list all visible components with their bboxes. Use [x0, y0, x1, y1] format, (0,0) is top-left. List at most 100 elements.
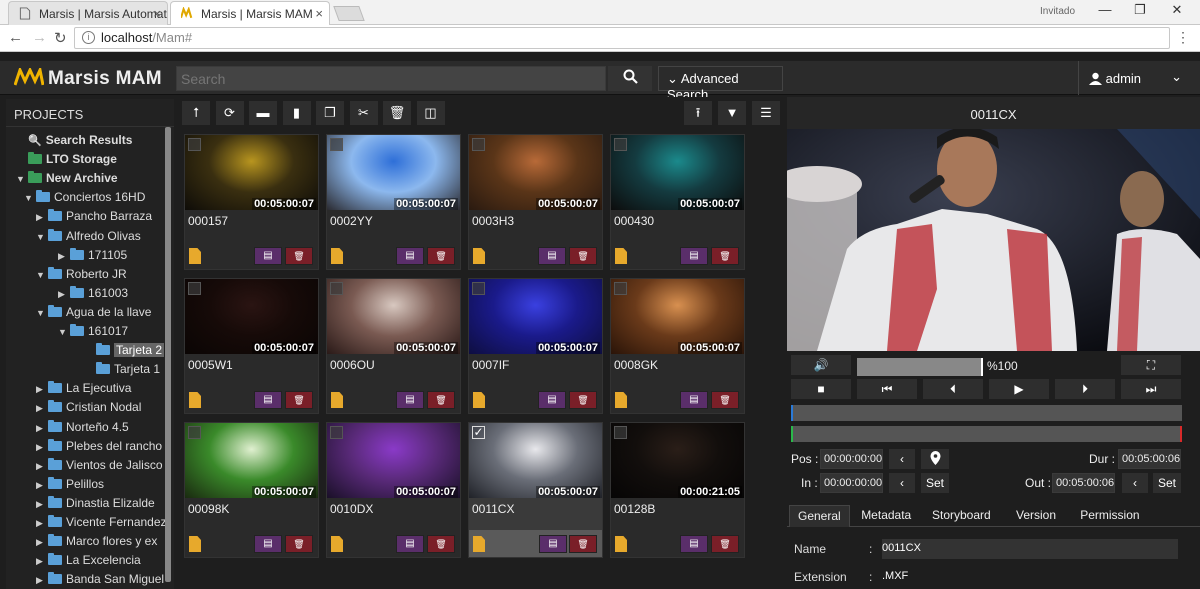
- tab-storyboard[interactable]: Storyboard: [932, 508, 991, 522]
- app-logo[interactable]: Marsis MAM: [13, 65, 162, 90]
- clip-delete-button[interactable]: 🗑: [711, 535, 739, 553]
- tab-version[interactable]: Version: [1016, 508, 1056, 522]
- clip-delete-button[interactable]: 🗑: [711, 247, 739, 265]
- tree-item[interactable]: ▶ La Ejecutiva: [36, 379, 131, 398]
- search-input[interactable]: [176, 66, 606, 91]
- clip-delete-button[interactable]: 🗑: [427, 535, 455, 553]
- fullscreen-button[interactable]: ⛶: [1121, 355, 1181, 375]
- tree-item[interactable]: ▶ 161003: [58, 284, 128, 303]
- clip-delete-button[interactable]: 🗑: [285, 535, 313, 553]
- clip-delete-button[interactable]: 🗑: [427, 391, 455, 409]
- select-checkbox[interactable]: ✓: [472, 426, 485, 439]
- sidebar-scrollbar[interactable]: [165, 127, 171, 582]
- clip-thumbnail[interactable]: 00:00:21:05: [611, 423, 744, 498]
- chevron-right-icon[interactable]: ▶: [36, 533, 48, 552]
- clip-card[interactable]: 00:05:00:07 000430 ▤ 🗑: [610, 134, 745, 270]
- video-file-icon[interactable]: [473, 248, 485, 264]
- video-file-icon[interactable]: [189, 536, 201, 552]
- clip-delete-button[interactable]: 🗑: [569, 535, 597, 553]
- tab-metadata[interactable]: Metadata: [861, 508, 911, 522]
- tree-item[interactable]: ▶ 171105: [58, 246, 127, 265]
- set-in-button[interactable]: Set: [921, 473, 949, 493]
- tree-item[interactable]: ▶ Banda San Miguel: [36, 570, 164, 589]
- clip-thumbnail[interactable]: 00:05:00:07: [327, 279, 460, 354]
- browser-tab-mam[interactable]: Marsis | Marsis MAM ×: [170, 1, 330, 25]
- clip-card[interactable]: 00:05:00:07 0008GK ▤ 🗑: [610, 278, 745, 414]
- tree-item[interactable]: ▶ Cristian Nodal: [36, 398, 141, 417]
- select-checkbox[interactable]: [188, 138, 201, 151]
- volume-slider[interactable]: [857, 358, 983, 376]
- video-preview[interactable]: [787, 129, 1200, 351]
- clip-info-button[interactable]: ▤: [539, 535, 567, 553]
- timeline-bar[interactable]: [791, 405, 1182, 421]
- tree-item[interactable]: ▶ Plebes del rancho: [36, 437, 162, 456]
- tree-item[interactable]: ▶ Dinastia Elizalde: [36, 494, 155, 513]
- tree-item[interactable]: Tarjeta 1: [84, 360, 160, 379]
- tree-item[interactable]: ▶ Pancho Barraza: [36, 207, 152, 226]
- clip-thumbnail[interactable]: 00:05:00:07: [327, 135, 460, 210]
- chevron-right-icon[interactable]: ▶: [36, 438, 48, 457]
- url-input[interactable]: i localhost/Mam#: [74, 27, 1170, 49]
- tree-item[interactable]: ▼ New Archive: [16, 169, 118, 188]
- stop-button[interactable]: ■: [791, 379, 851, 399]
- upload-button[interactable]: ⭱: [684, 101, 712, 125]
- chevron-down-icon[interactable]: ▼: [58, 323, 70, 342]
- out-timecode[interactable]: 00:05:00:06: [1052, 473, 1115, 493]
- tree-item[interactable]: ▼ Conciertos 16HD: [24, 188, 145, 207]
- clip-thumbnail[interactable]: 00:05:00:07: [327, 423, 460, 498]
- forward-arrow-icon[interactable]: →: [32, 29, 47, 46]
- clip-thumbnail[interactable]: 00:05:00:07: [469, 135, 602, 210]
- tab-permission[interactable]: Permission: [1080, 508, 1139, 522]
- clip-delete-button[interactable]: 🗑: [285, 247, 313, 265]
- chevron-right-icon[interactable]: ▶: [36, 208, 48, 227]
- select-checkbox[interactable]: [188, 282, 201, 295]
- clip-info-button[interactable]: ▤: [680, 247, 708, 265]
- clip-info-button[interactable]: ▤: [396, 247, 424, 265]
- tree-item[interactable]: ▼ Agua de la llave: [36, 303, 151, 322]
- clip-info-button[interactable]: ▤: [680, 391, 708, 409]
- clip-thumbnail[interactable]: 00:05:00:07: [185, 279, 318, 354]
- tree-item[interactable]: 🔍 Search Results: [16, 131, 132, 150]
- maximize-button[interactable]: ❐: [1125, 2, 1155, 18]
- up-arrow-button[interactable]: ⭡: [182, 101, 210, 125]
- clip-delete-button[interactable]: 🗑: [711, 391, 739, 409]
- clip-thumbnail[interactable]: 00:05:00:07: [611, 135, 744, 210]
- set-out-button[interactable]: Set: [1153, 473, 1181, 493]
- chevron-down-icon[interactable]: ▼: [36, 228, 48, 247]
- close-tab-icon[interactable]: ×: [153, 6, 161, 21]
- in-out-bar[interactable]: [791, 426, 1182, 442]
- video-file-icon[interactable]: [615, 536, 627, 552]
- clip-info-button[interactable]: ▤: [538, 247, 566, 265]
- clip-delete-button[interactable]: 🗑: [569, 247, 597, 265]
- select-checkbox[interactable]: [614, 282, 627, 295]
- guest-profile-label[interactable]: Invitado: [1040, 6, 1075, 17]
- clip-info-button[interactable]: ▤: [396, 535, 424, 553]
- tree-item[interactable]: ▶ Vicente Fernandez: [36, 513, 167, 532]
- list-view-button[interactable]: ☰: [752, 101, 780, 125]
- select-checkbox[interactable]: [472, 138, 485, 151]
- chevron-right-icon[interactable]: ▶: [58, 285, 70, 304]
- tree-item[interactable]: ▼ 161017: [58, 322, 128, 341]
- chevron-right-icon[interactable]: ▶: [36, 571, 48, 589]
- chevron-right-icon[interactable]: ▶: [36, 495, 48, 514]
- tree-item[interactable]: ▶ La Excelencia: [36, 551, 141, 570]
- clip-thumbnail[interactable]: 00:05:00:07: [185, 135, 318, 210]
- filter-button[interactable]: ▼: [718, 101, 746, 125]
- chevron-left-icon[interactable]: ‹: [889, 449, 915, 469]
- video-file-icon[interactable]: [615, 392, 627, 408]
- clip-info-button[interactable]: ▤: [680, 535, 708, 553]
- video-file-icon[interactable]: [615, 248, 627, 264]
- select-checkbox[interactable]: [330, 282, 343, 295]
- browser-menu-icon[interactable]: ⋮: [1176, 29, 1190, 46]
- clip-info-button[interactable]: ▤: [538, 391, 566, 409]
- new-tab-button[interactable]: [333, 6, 365, 21]
- select-checkbox[interactable]: [614, 138, 627, 151]
- clip-card[interactable]: 00:05:00:07 0005W1 ▤ 🗑: [184, 278, 319, 414]
- info-icon[interactable]: i: [82, 31, 95, 44]
- user-menu[interactable]: admin ⌄: [1078, 61, 1188, 95]
- tree-item[interactable]: ▼ Alfredo Olivas: [36, 227, 141, 246]
- clip-card[interactable]: 00:00:21:05 00128B ▤ 🗑: [610, 422, 745, 558]
- clip-delete-button[interactable]: 🗑: [569, 391, 597, 409]
- chevron-down-icon[interactable]: ▼: [36, 266, 48, 285]
- select-checkbox[interactable]: [330, 426, 343, 439]
